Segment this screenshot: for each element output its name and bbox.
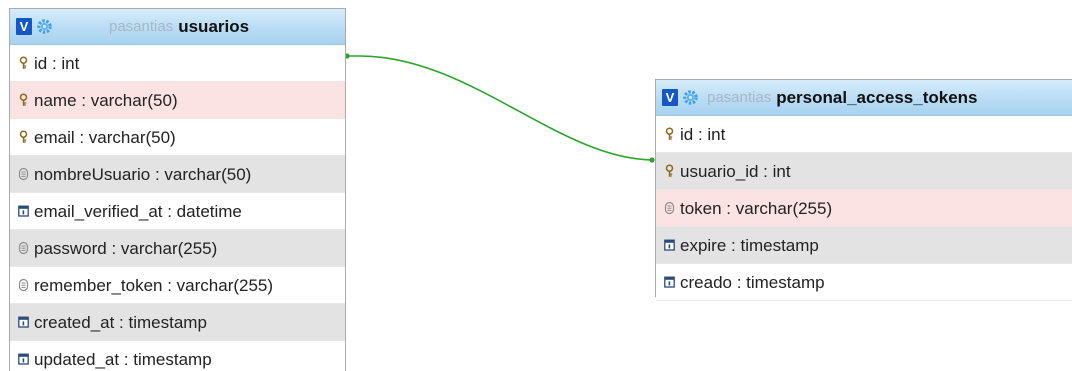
- text-column-icon: [17, 167, 29, 181]
- datetime-column-icon: [17, 315, 29, 329]
- column-label: email : varchar(50): [34, 127, 176, 147]
- column-row[interactable]: password : varchar(255): [10, 230, 345, 267]
- column-list: id : int name : varchar(50) email : varcha…: [10, 45, 345, 371]
- table-name: personal_access_tokens: [776, 87, 978, 107]
- key-icon: [17, 93, 29, 107]
- key-icon: [17, 130, 29, 144]
- gear-icon[interactable]: [682, 89, 699, 106]
- text-column-icon: [17, 241, 29, 255]
- column-row[interactable]: nombreUsuario : varchar(50): [10, 156, 345, 193]
- column-row[interactable]: name : varchar(50): [10, 82, 345, 119]
- datetime-column-icon: [663, 238, 675, 252]
- column-row[interactable]: email_verified_at : datetime: [10, 193, 345, 230]
- key-icon: [663, 164, 675, 178]
- table-header-personal-access-tokens[interactable]: V pasantias personal_access_tokens: [656, 80, 1072, 116]
- table-header-usuarios[interactable]: V pasantias usuarios: [10, 9, 345, 45]
- text-column-icon: [17, 278, 29, 292]
- column-label: token : varchar(255): [680, 198, 833, 218]
- database-name: pasantias: [109, 18, 174, 35]
- column-row[interactable]: id : int: [10, 45, 345, 82]
- column-row[interactable]: email : varchar(50): [10, 119, 345, 156]
- column-row[interactable]: created_at : timestamp: [10, 304, 345, 341]
- datetime-column-icon: [17, 352, 29, 366]
- toggle-columns-button[interactable]: V: [662, 89, 678, 106]
- column-list: id : int usuario_id : int token : varchar(…: [656, 116, 1072, 301]
- column-row[interactable]: usuario_id : int: [656, 153, 1072, 190]
- column-row[interactable]: token : varchar(255): [656, 190, 1072, 227]
- table-usuarios[interactable]: V pasantias usuarios id : int name : varc…: [9, 8, 346, 371]
- column-row[interactable]: expire : timestamp: [656, 227, 1072, 264]
- column-label: updated_at : timestamp: [34, 349, 212, 369]
- column-label: id : int: [34, 53, 80, 73]
- table-personal-access-tokens[interactable]: V pasantias personal_access_tokens id : …: [655, 79, 1072, 301]
- gear-icon[interactable]: [36, 18, 53, 35]
- table-name: usuarios: [178, 16, 250, 36]
- column-row[interactable]: id : int: [656, 116, 1072, 153]
- key-icon: [663, 127, 675, 141]
- column-label: created_at : timestamp: [34, 312, 207, 332]
- text-column-icon: [663, 201, 675, 215]
- key-icon: [17, 56, 29, 70]
- column-row[interactable]: creado : timestamp: [656, 264, 1072, 301]
- toggle-columns-button[interactable]: V: [16, 18, 32, 35]
- column-label: remember_token : varchar(255): [34, 275, 274, 295]
- column-label: name : varchar(50): [34, 90, 178, 110]
- database-name: pasantias: [707, 89, 772, 106]
- column-label: expire : timestamp: [680, 235, 819, 255]
- datetime-column-icon: [17, 204, 29, 218]
- column-label: usuario_id : int: [680, 161, 791, 181]
- column-row[interactable]: updated_at : timestamp: [10, 341, 345, 371]
- column-label: password : varchar(255): [34, 238, 218, 258]
- column-label: email_verified_at : datetime: [34, 201, 242, 221]
- datetime-column-icon: [663, 275, 675, 289]
- designer-canvas[interactable]: V pasantias usuarios id : int name : varc…: [0, 0, 1072, 371]
- column-label: nombreUsuario : varchar(50): [34, 164, 252, 184]
- relation-end-dot: [649, 157, 655, 163]
- column-row[interactable]: remember_token : varchar(255): [10, 267, 345, 304]
- column-label: creado : timestamp: [680, 272, 825, 292]
- column-label: id : int: [680, 124, 726, 144]
